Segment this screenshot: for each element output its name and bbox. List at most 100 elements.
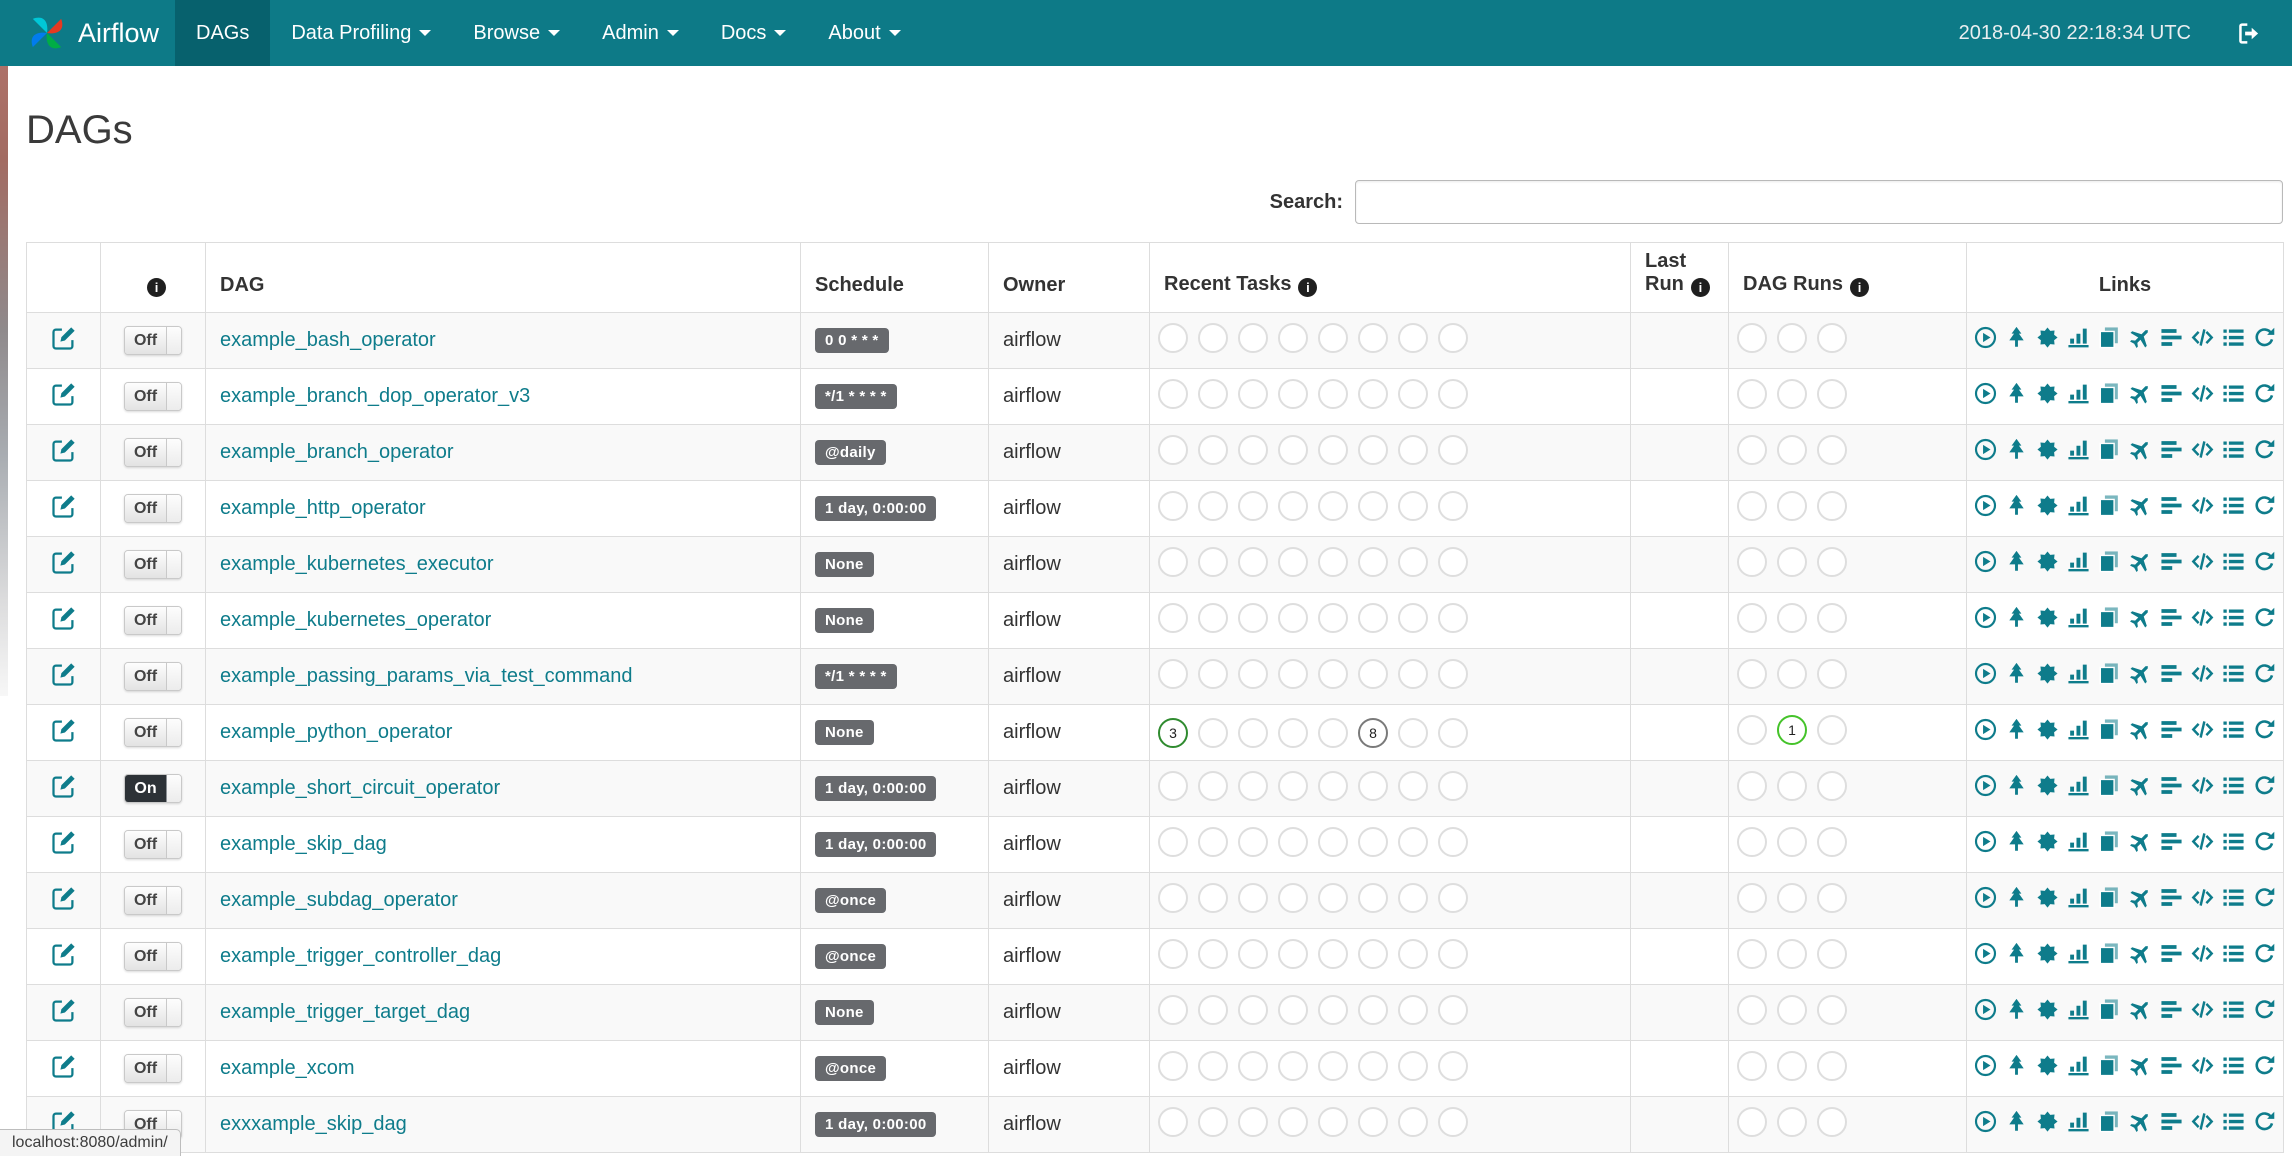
landing-times-icon[interactable] <box>2129 774 2152 797</box>
dag-link[interactable]: example_passing_params_via_test_command <box>220 665 632 687</box>
graph-view-icon[interactable] <box>2036 718 2059 741</box>
landing-times-icon[interactable] <box>2129 1054 2152 1077</box>
task-duration-icon[interactable] <box>2067 942 2090 965</box>
dag-link[interactable]: example_branch_operator <box>220 441 454 463</box>
refresh-icon[interactable] <box>2253 1110 2276 1133</box>
nav-item-about[interactable]: About <box>807 0 921 66</box>
tree-view-icon[interactable] <box>2005 830 2028 853</box>
code-view-icon[interactable] <box>2191 1054 2214 1077</box>
task-tries-icon[interactable] <box>2098 998 2121 1021</box>
tree-view-icon[interactable] <box>2005 774 2028 797</box>
landing-times-icon[interactable] <box>2129 1110 2152 1133</box>
gantt-icon[interactable] <box>2160 382 2183 405</box>
edit-dag-icon[interactable] <box>51 326 76 350</box>
dag-pause-toggle[interactable]: Off <box>123 998 183 1027</box>
landing-times-icon[interactable] <box>2129 326 2152 349</box>
gantt-icon[interactable] <box>2160 438 2183 461</box>
task-duration-icon[interactable] <box>2067 1054 2090 1077</box>
landing-times-icon[interactable] <box>2129 662 2152 685</box>
logs-icon[interactable] <box>2222 718 2245 741</box>
task-tries-icon[interactable] <box>2098 1054 2121 1077</box>
dag-link[interactable]: example_xcom <box>220 1057 355 1079</box>
dag-pause-toggle[interactable]: Off <box>123 830 183 859</box>
nav-item-dags[interactable]: DAGs <box>175 0 271 66</box>
graph-view-icon[interactable] <box>2036 438 2059 461</box>
task-duration-icon[interactable] <box>2067 326 2090 349</box>
tree-view-icon[interactable] <box>2005 1110 2028 1133</box>
refresh-icon[interactable] <box>2253 326 2276 349</box>
tree-view-icon[interactable] <box>2005 438 2028 461</box>
landing-times-icon[interactable] <box>2129 382 2152 405</box>
gantt-icon[interactable] <box>2160 606 2183 629</box>
logout-icon[interactable] <box>2237 21 2262 46</box>
graph-view-icon[interactable] <box>2036 1110 2059 1133</box>
landing-times-icon[interactable] <box>2129 550 2152 573</box>
refresh-icon[interactable] <box>2253 382 2276 405</box>
graph-view-icon[interactable] <box>2036 326 2059 349</box>
task-tries-icon[interactable] <box>2098 438 2121 461</box>
dag-pause-toggle[interactable]: On <box>124 774 182 803</box>
logs-icon[interactable] <box>2222 606 2245 629</box>
code-view-icon[interactable] <box>2191 942 2214 965</box>
logs-icon[interactable] <box>2222 550 2245 573</box>
edit-dag-icon[interactable] <box>51 606 76 630</box>
dag-link[interactable]: example_bash_operator <box>220 329 436 351</box>
landing-times-icon[interactable] <box>2129 606 2152 629</box>
task-tries-icon[interactable] <box>2098 942 2121 965</box>
refresh-icon[interactable] <box>2253 494 2276 517</box>
dag-run-circle[interactable]: 1 <box>1777 714 1807 745</box>
logs-icon[interactable] <box>2222 382 2245 405</box>
task-tries-icon[interactable] <box>2098 326 2121 349</box>
code-view-icon[interactable] <box>2191 998 2214 1021</box>
task-tries-icon[interactable] <box>2098 830 2121 853</box>
gantt-icon[interactable] <box>2160 662 2183 685</box>
task-state-circle[interactable]: 8 <box>1358 717 1388 748</box>
refresh-icon[interactable] <box>2253 998 2276 1021</box>
task-duration-icon[interactable] <box>2067 830 2090 853</box>
trigger-dag-icon[interactable] <box>1974 1110 1997 1133</box>
task-tries-icon[interactable] <box>2098 1110 2121 1133</box>
gantt-icon[interactable] <box>2160 718 2183 741</box>
gantt-icon[interactable] <box>2160 494 2183 517</box>
task-duration-icon[interactable] <box>2067 438 2090 461</box>
dag-pause-toggle[interactable]: Off <box>123 382 183 411</box>
trigger-dag-icon[interactable] <box>1974 438 1997 461</box>
gantt-icon[interactable] <box>2160 886 2183 909</box>
code-view-icon[interactable] <box>2191 774 2214 797</box>
task-state-circle[interactable]: 3 <box>1158 717 1188 748</box>
tree-view-icon[interactable] <box>2005 998 2028 1021</box>
graph-view-icon[interactable] <box>2036 1054 2059 1077</box>
dag-link[interactable]: example_trigger_controller_dag <box>220 945 501 967</box>
code-view-icon[interactable] <box>2191 550 2214 573</box>
task-duration-icon[interactable] <box>2067 662 2090 685</box>
trigger-dag-icon[interactable] <box>1974 998 1997 1021</box>
task-tries-icon[interactable] <box>2098 718 2121 741</box>
trigger-dag-icon[interactable] <box>1974 1054 1997 1077</box>
tree-view-icon[interactable] <box>2005 550 2028 573</box>
trigger-dag-icon[interactable] <box>1974 494 1997 517</box>
dag-link[interactable]: example_http_operator <box>220 497 426 519</box>
task-tries-icon[interactable] <box>2098 550 2121 573</box>
graph-view-icon[interactable] <box>2036 998 2059 1021</box>
code-view-icon[interactable] <box>2191 438 2214 461</box>
logs-icon[interactable] <box>2222 1110 2245 1133</box>
logs-icon[interactable] <box>2222 438 2245 461</box>
logs-icon[interactable] <box>2222 886 2245 909</box>
code-view-icon[interactable] <box>2191 718 2214 741</box>
nav-item-browse[interactable]: Browse <box>452 0 581 66</box>
landing-times-icon[interactable] <box>2129 942 2152 965</box>
dag-link[interactable]: example_trigger_target_dag <box>220 1001 470 1023</box>
code-view-icon[interactable] <box>2191 662 2214 685</box>
tree-view-icon[interactable] <box>2005 382 2028 405</box>
dag-pause-toggle[interactable]: Off <box>123 438 183 467</box>
logs-icon[interactable] <box>2222 1054 2245 1077</box>
dag-link[interactable]: example_skip_dag <box>220 833 387 855</box>
tree-view-icon[interactable] <box>2005 1054 2028 1077</box>
edit-dag-icon[interactable] <box>51 774 76 798</box>
dag-link[interactable]: exxxample_skip_dag <box>220 1113 407 1135</box>
logs-icon[interactable] <box>2222 830 2245 853</box>
tree-view-icon[interactable] <box>2005 494 2028 517</box>
task-duration-icon[interactable] <box>2067 1110 2090 1133</box>
nav-item-data-profiling[interactable]: Data Profiling <box>270 0 452 66</box>
logs-icon[interactable] <box>2222 942 2245 965</box>
